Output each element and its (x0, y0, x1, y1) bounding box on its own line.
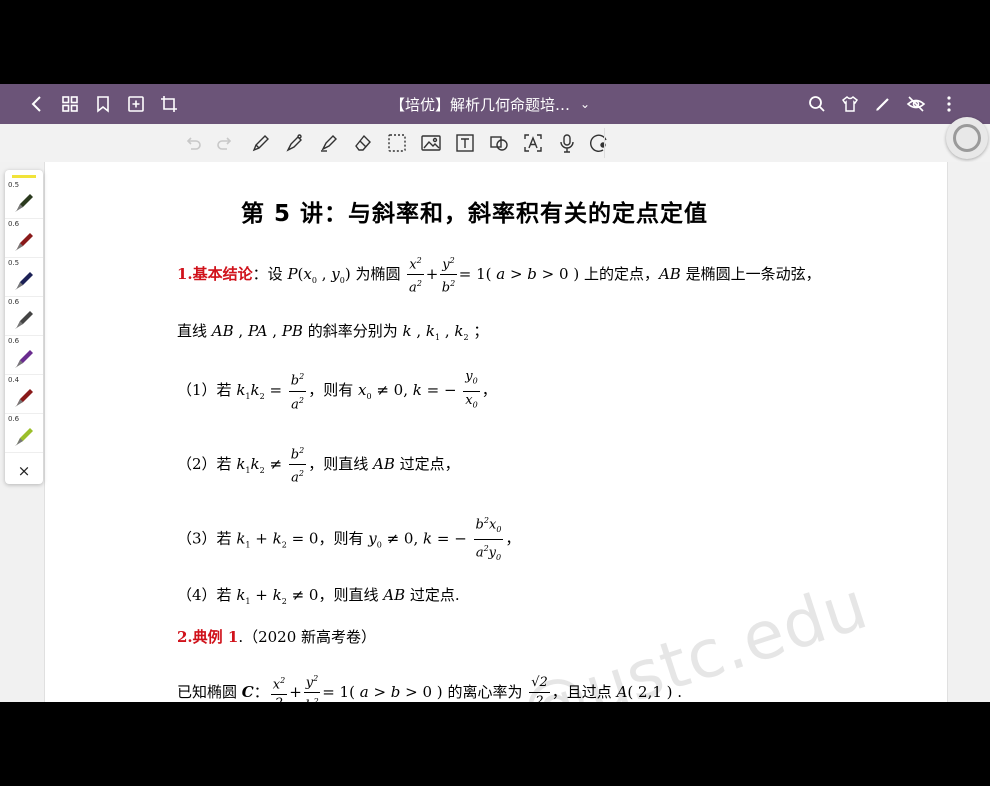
text-fragment: 的离心率为 (442, 682, 528, 701)
bottom-bar (0, 702, 990, 786)
chevron-down-icon[interactable]: ⌄ (580, 97, 590, 111)
pen-preset[interactable]: 0.5 (5, 258, 43, 297)
text-fragment: 为椭圆 (350, 264, 406, 283)
close-icon[interactable]: × (5, 460, 43, 482)
text-fragment: 过定点. (405, 586, 460, 604)
text-fragment: ，则直线 (318, 586, 384, 604)
text-fragment: （2）若 (177, 454, 237, 473)
text-fragment: .（2020 新高考卷） (238, 628, 377, 646)
slopes-line: 直线 AB , PA , PB 的斜率分别为 k , k1 , k2 ； (177, 322, 489, 342)
undo-icon[interactable] (180, 130, 206, 156)
shirt-icon[interactable] (835, 84, 865, 124)
pen-size-label: 0.5 (8, 259, 20, 267)
pen-preset[interactable]: 0.4 (5, 375, 43, 414)
pen-icon (15, 233, 33, 251)
item-4: （4）若 k1 + k2 ≠ 0，则直线 AB 过定点. (177, 586, 460, 606)
pen-size-label: 0.4 (8, 376, 20, 384)
pen-palette: 0.5 0.6 0.5 0.6 0.6 0.4 0.6 × (5, 170, 43, 484)
pen-size-label: 0.6 (8, 220, 20, 228)
pen-size-label: 0.6 (8, 298, 20, 306)
pen-size-label: 0.6 (8, 415, 20, 423)
item-3: （3）若 k1 + k2 = 0，则有 y0 ≠ 0, k = − b2x0 a2… (177, 512, 520, 567)
pen-preset[interactable]: 0.6 (5, 297, 43, 336)
text-fragment: 直线 (177, 322, 212, 340)
fountain-pen-icon[interactable] (282, 130, 308, 156)
toolbar-divider (604, 128, 605, 158)
app-header: 【培优】解析几何命题培… ⌄ (0, 84, 990, 124)
pen-preset[interactable]: 0.5 (5, 180, 43, 219)
pen-preset[interactable]: 0.6 (5, 414, 43, 453)
pen-icon (15, 389, 33, 407)
pen-icon[interactable] (868, 84, 898, 124)
example-heading: 2.典例 1.（2020 新高考卷） (177, 626, 376, 647)
floating-circle-button[interactable] (946, 117, 988, 159)
tool-toolbar (0, 124, 990, 162)
pen-icon (15, 311, 33, 329)
bookmark-icon[interactable] (88, 84, 118, 124)
text-fragment: 是椭圆上一条动弦， (680, 264, 821, 283)
text-fragment: ：设 (252, 264, 288, 283)
text-fragment: ，则有 (308, 381, 358, 400)
text-fragment: ； (473, 322, 489, 340)
laser-icon[interactable] (586, 130, 612, 156)
page-heading: 第 5 讲：与斜率和，斜率积有关的定点定值 (241, 201, 709, 227)
image-icon[interactable] (418, 130, 444, 156)
hide-icon[interactable] (901, 84, 931, 124)
example-label: 2.典例 1 (177, 628, 239, 646)
text-fragment: 过定点， (394, 454, 460, 473)
text-fragment: （3）若 (177, 529, 237, 548)
pen-icon (15, 194, 33, 212)
document-content: @ustc.edu 第 5 讲：与斜率和，斜率积有关的定点定值 1.基本结论：设… (45, 162, 947, 751)
eraser-icon[interactable] (350, 130, 376, 156)
document-title[interactable]: 【培优】解析几何命题培… ⌄ (360, 84, 620, 124)
text-fragment: 的斜率分别为 (302, 322, 403, 340)
text-fragment: ，则有 (318, 529, 369, 548)
highlighter-icon[interactable] (316, 130, 342, 156)
text-fragment: 已知椭圆 (177, 682, 242, 701)
pen-preset[interactable]: 0.6 (5, 336, 43, 375)
document-title-text: 【培优】解析几何命题培… (389, 95, 570, 114)
item-1: （1）若 k1k2 = b2 a2 ，则有 x0 ≠ 0, k = − y0 x0， (177, 369, 497, 412)
pen-size-label: 0.5 (8, 181, 20, 189)
lasso-icon[interactable] (384, 130, 410, 156)
pen-icon (15, 350, 33, 368)
text-fragment: ，且过点 (551, 682, 617, 701)
add-page-icon[interactable] (121, 84, 151, 124)
text-fragment: ，则直线 (308, 454, 373, 473)
pen-icon (15, 272, 33, 290)
basic-conclusion-line: 1.基本结论：设 P(x0 , y0) 为椭圆 x2 a2 + y2 b2 = 1( a … (177, 252, 821, 298)
highlight-indicator (12, 175, 36, 178)
text-fragment: （4）若 (177, 586, 237, 604)
shape-icon[interactable] (486, 130, 512, 156)
pen-tool-icon[interactable] (248, 130, 274, 156)
mic-icon[interactable] (554, 130, 580, 156)
section-label: 1.基本结论 (177, 264, 253, 283)
search-icon[interactable] (802, 84, 832, 124)
item-2: （2）若 k1k2 ≠ b2 a2 ，则直线 AB 过定点， (177, 442, 460, 488)
ocr-icon[interactable] (520, 130, 546, 156)
redo-icon[interactable] (212, 130, 238, 156)
back-icon[interactable] (22, 84, 52, 124)
text-fragment: 上的定点， (579, 264, 659, 283)
pen-preset[interactable]: 0.6 (5, 219, 43, 258)
text-fragment: （1）若 (177, 381, 237, 400)
pen-size-label: 0.6 (8, 337, 20, 345)
right-scroll-area[interactable] (948, 162, 990, 702)
grid-icon[interactable] (55, 84, 85, 124)
crop-icon[interactable] (154, 84, 184, 124)
pen-icon (15, 428, 33, 446)
text-icon[interactable] (452, 130, 478, 156)
canvas-area: @ustc.edu 第 5 讲：与斜率和，斜率积有关的定点定值 1.基本结论：设… (0, 162, 990, 751)
document-page[interactable]: @ustc.edu 第 5 讲：与斜率和，斜率积有关的定点定值 1.基本结论：设… (44, 162, 948, 751)
text-fragment: ： (253, 682, 269, 701)
